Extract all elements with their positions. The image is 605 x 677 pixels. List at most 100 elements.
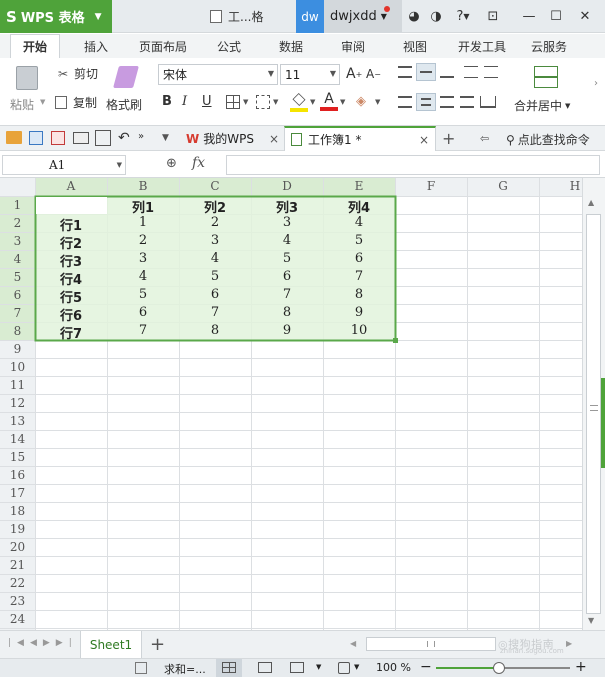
scroll-left-icon[interactable]: ◀ (350, 639, 356, 648)
tab-cloud[interactable]: 云服务 (524, 34, 574, 58)
tab-developer[interactable]: 开发工具 (452, 34, 512, 58)
font-color-icon[interactable]: A (320, 91, 338, 112)
doc-title-tab[interactable]: 工...格 (210, 5, 263, 27)
zoom-out-icon[interactable]: − (420, 659, 432, 675)
row-header[interactable]: 18 (0, 504, 35, 518)
italic-button[interactable]: I (182, 94, 187, 109)
row-header[interactable]: 5 (0, 270, 35, 284)
justify-icon[interactable] (460, 96, 474, 108)
tab-view[interactable]: 视图 (392, 34, 438, 58)
column-header[interactable]: E (323, 179, 395, 193)
header-cell[interactable]: 列3 (251, 197, 323, 216)
data-cell[interactable]: 6 (107, 305, 179, 320)
data-cell[interactable]: 5 (251, 251, 323, 266)
font-size-select[interactable]: 11 ▼ (280, 64, 340, 85)
row-label-cell[interactable]: 行6 (35, 305, 107, 324)
skin-icon[interactable]: ◕ (403, 6, 425, 26)
row-header[interactable]: 19 (0, 522, 35, 536)
more-toolbar-icon[interactable]: » (138, 131, 144, 142)
open-folder-icon[interactable] (6, 131, 22, 144)
formula-input[interactable] (226, 155, 600, 175)
borders-icon[interactable] (226, 95, 240, 109)
column-header[interactable]: H (539, 179, 582, 193)
tab-home[interactable]: 开始 (10, 34, 60, 58)
row-header[interactable]: 14 (0, 432, 35, 446)
data-cell[interactable]: 4 (107, 269, 179, 284)
header-cell[interactable]: 列4 (323, 197, 395, 216)
header-cell[interactable]: 列2 (179, 197, 251, 216)
distributed-icon[interactable] (480, 96, 496, 108)
align-top-icon[interactable] (398, 66, 412, 78)
zoom-formula-icon[interactable]: ⊕ (166, 156, 177, 171)
column-header[interactable]: G (467, 179, 539, 193)
save-icon[interactable] (29, 131, 43, 145)
maximize-icon[interactable]: ☐ (545, 6, 567, 26)
row-header[interactable]: 20 (0, 540, 35, 554)
help-button[interactable]: ? ▼ (450, 6, 476, 26)
row-header[interactable]: 22 (0, 576, 35, 590)
spreadsheet-grid[interactable]: ABCDEFGH 1 2 3 4 5 6 7 8 9 10 11 12 13 14 15 16 17 18 19 20… (0, 178, 582, 630)
side-panel-toggle[interactable] (601, 378, 605, 468)
fill-color-icon[interactable] (290, 92, 308, 112)
row-label-cell[interactable]: 行5 (35, 287, 107, 306)
data-cell[interactable]: 3 (179, 233, 251, 248)
ribbon-scroll-right-icon[interactable]: › (594, 78, 605, 108)
cut-button[interactable]: ✂ 剪切 (55, 65, 98, 82)
data-cell[interactable]: 1 (107, 215, 179, 230)
align-bottom-icon[interactable] (440, 66, 454, 78)
row-header[interactable]: 24 (0, 612, 35, 626)
page-layout-view-icon[interactable] (290, 662, 304, 673)
cell-format-icon[interactable] (256, 95, 270, 109)
underline-button[interactable]: U (202, 94, 212, 109)
zoom-slider[interactable] (436, 662, 570, 674)
data-cell[interactable]: 8 (323, 287, 395, 302)
data-cell[interactable]: 7 (323, 269, 395, 284)
row-header[interactable]: 4 (0, 252, 35, 266)
app-menu-button[interactable]: S WPS 表格 ▼ (0, 0, 112, 33)
horizontal-scroll-thumb[interactable] (366, 637, 496, 651)
column-header[interactable]: A (35, 179, 107, 193)
column-header[interactable]: F (395, 179, 467, 193)
tab-workbook1[interactable]: 工作簿1 * × (284, 126, 436, 151)
undo-icon[interactable]: ↶ (118, 130, 130, 146)
row-header[interactable]: 6 (0, 288, 35, 302)
increase-indent-icon[interactable] (484, 66, 498, 78)
search-command-box[interactable]: ⚲ 点此查找命令 (506, 131, 590, 148)
header-cell[interactable]: 列1 (107, 197, 179, 216)
zoom-slider-knob[interactable] (492, 662, 505, 674)
insert-function-button[interactable]: fx (192, 155, 205, 171)
row-header[interactable]: 9 (0, 342, 35, 356)
row-header[interactable]: 16 (0, 468, 35, 482)
tab-list-icon[interactable]: ⇦ (480, 132, 489, 145)
scroll-thumb[interactable] (586, 214, 601, 614)
close-icon[interactable]: × (269, 132, 279, 146)
new-tab-icon[interactable]: + (442, 129, 455, 148)
align-left-icon[interactable] (398, 96, 412, 108)
scroll-right-icon[interactable]: ▶ (566, 639, 572, 648)
data-cell[interactable]: 8 (251, 305, 323, 320)
print-preview-icon[interactable] (95, 130, 111, 146)
format-painter-button[interactable]: 格式刷 (106, 64, 148, 120)
user-account-button[interactable]: dwjxdd ▼ (324, 0, 402, 33)
row-header[interactable]: 15 (0, 450, 35, 464)
restore-layout-icon[interactable]: ⊡ (482, 6, 504, 26)
row-header[interactable]: 23 (0, 594, 35, 608)
data-cell[interactable]: 5 (179, 269, 251, 284)
align-center-icon[interactable] (416, 93, 436, 111)
sheet-nav-icons[interactable]: |◀◀▶▶| (8, 638, 78, 648)
row-label-cell[interactable]: 行3 (35, 251, 107, 270)
data-cell[interactable]: 2 (107, 233, 179, 248)
data-cell[interactable]: 4 (179, 251, 251, 266)
column-header[interactable]: C (179, 179, 251, 193)
data-cell[interactable]: 7 (107, 323, 179, 338)
chevron-down-icon[interactable]: ▼ (162, 133, 169, 143)
clear-format-icon[interactable]: ◈ (356, 94, 372, 110)
data-cell[interactable]: 6 (323, 251, 395, 266)
name-box[interactable]: A1 ▼ (2, 155, 126, 175)
data-cell[interactable]: 8 (179, 323, 251, 338)
row-label-cell[interactable]: 行1 (35, 215, 107, 234)
row-header[interactable]: 21 (0, 558, 35, 572)
data-cell[interactable]: 7 (179, 305, 251, 320)
chevron-down-icon[interactable]: ▼ (354, 663, 359, 671)
data-cell[interactable]: 2 (179, 215, 251, 230)
